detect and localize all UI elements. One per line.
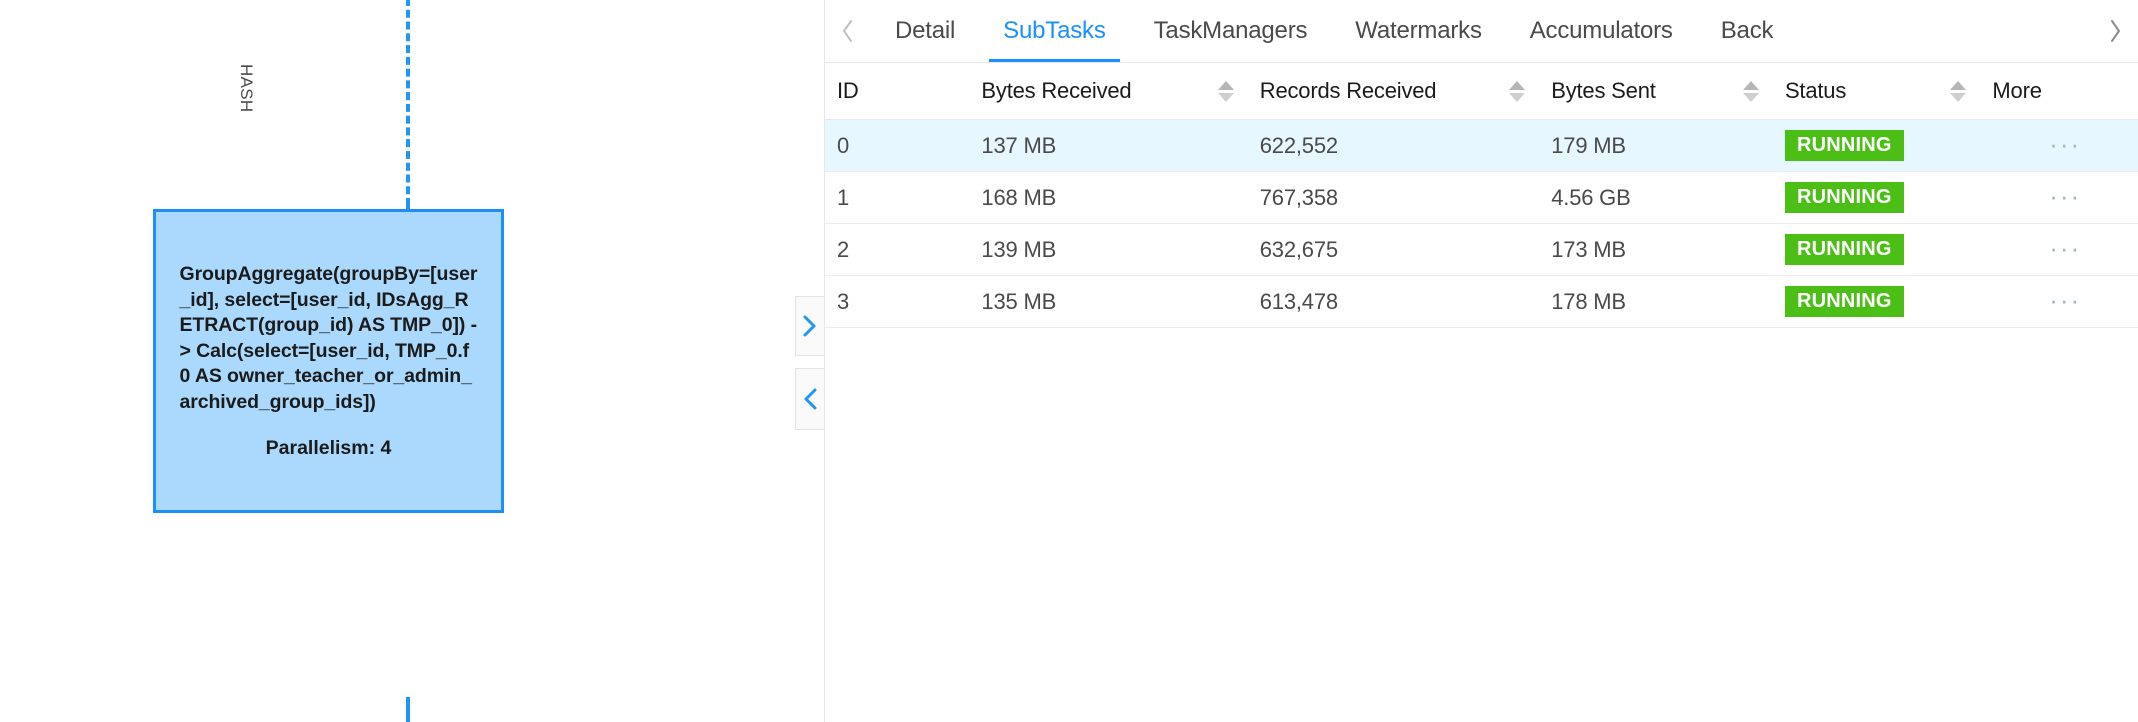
cell-bytes-sent: 173 MB <box>1539 224 1773 276</box>
caret-up-icon <box>1950 81 1966 90</box>
sort-toggle-icon[interactable] <box>1743 81 1759 102</box>
table-row[interactable]: 1 168 MB 767,358 4.56 GB RUNNING ··· <box>825 172 2138 224</box>
cell-bytes-received: 137 MB <box>969 120 1247 172</box>
graph-node-group-aggregate[interactable]: GroupAggregate(groupBy=[user_id], select… <box>153 209 504 513</box>
status-badge: RUNNING <box>1785 234 1904 265</box>
table-row[interactable]: 2 139 MB 632,675 173 MB RUNNING ··· <box>825 224 2138 276</box>
tab-scroll-next-button[interactable] <box>2092 0 2138 62</box>
column-header-status[interactable]: Status <box>1773 63 1980 120</box>
chevron-right-icon <box>2107 17 2123 45</box>
cell-more: ··· <box>1980 172 2138 224</box>
graph-node-parallelism: Parallelism: 4 <box>266 437 392 460</box>
column-label: ID <box>837 78 859 104</box>
caret-up-icon <box>1743 81 1759 90</box>
column-header-bytes-sent[interactable]: Bytes Sent <box>1539 63 1773 120</box>
column-header-id: ID <box>825 63 969 120</box>
tab-subtasks[interactable]: SubTasks <box>979 0 1129 62</box>
status-badge: RUNNING <box>1785 182 1904 213</box>
cell-id: 2 <box>825 224 969 276</box>
cell-bytes-sent: 179 MB <box>1539 120 1773 172</box>
more-actions-button[interactable]: ··· <box>2045 243 2085 253</box>
graph-node-description: GroupAggregate(groupBy=[user_id], select… <box>180 262 478 415</box>
caret-down-icon <box>1509 93 1525 102</box>
table-header: ID Bytes Received <box>825 63 2138 120</box>
cell-more: ··· <box>1980 224 2138 276</box>
caret-down-icon <box>1743 93 1759 102</box>
cell-status: RUNNING <box>1773 120 1980 172</box>
panel-collapse-button[interactable] <box>795 368 825 430</box>
tab-label: Detail <box>895 17 955 45</box>
graph-edge-dashed <box>406 0 410 206</box>
table-header-row: ID Bytes Received <box>825 63 2138 120</box>
tab-label: Accumulators <box>1530 17 1673 45</box>
tab-scroll-prev-button[interactable] <box>825 0 871 62</box>
table-row[interactable]: 0 137 MB 622,552 179 MB RUNNING ··· <box>825 120 2138 172</box>
tab-label: TaskManagers <box>1154 17 1308 45</box>
more-actions-button[interactable]: ··· <box>2045 139 2085 149</box>
panel-expand-button[interactable] <box>795 296 825 356</box>
chevron-right-icon <box>800 311 820 341</box>
caret-up-icon <box>1509 81 1525 90</box>
tab-label: Watermarks <box>1355 17 1481 45</box>
job-graph-canvas[interactable]: HASH GroupAggregate(groupBy=[user_id], s… <box>0 0 825 722</box>
tab-accumulators[interactable]: Accumulators <box>1506 0 1697 62</box>
detail-tabbar: Detail SubTasks TaskManagers Watermarks … <box>825 0 2138 63</box>
column-header-records-received[interactable]: Records Received <box>1248 63 1539 120</box>
tab-watermarks[interactable]: Watermarks <box>1331 0 1505 62</box>
cell-records-received: 767,358 <box>1248 172 1539 224</box>
status-badge: RUNNING <box>1785 130 1904 161</box>
caret-down-icon <box>1950 93 1966 102</box>
cell-records-received: 613,478 <box>1248 276 1539 328</box>
graph-edge-label-hash: HASH <box>236 64 256 112</box>
column-label: More <box>1992 78 2041 104</box>
column-label: Bytes Received <box>981 78 1131 104</box>
chevron-left-icon <box>800 384 820 414</box>
column-label: Status <box>1785 78 1846 104</box>
cell-bytes-received: 168 MB <box>969 172 1247 224</box>
cell-status: RUNNING <box>1773 276 1980 328</box>
sort-toggle-icon[interactable] <box>1218 81 1234 102</box>
cell-bytes-sent: 178 MB <box>1539 276 1773 328</box>
more-actions-button[interactable]: ··· <box>2045 295 2085 305</box>
caret-down-icon <box>1218 93 1234 102</box>
cell-records-received: 622,552 <box>1248 120 1539 172</box>
tab-label: Back <box>1721 17 1774 45</box>
cell-more: ··· <box>1980 276 2138 328</box>
sort-toggle-icon[interactable] <box>1950 81 1966 102</box>
column-header-bytes-received[interactable]: Bytes Received <box>969 63 1247 120</box>
cell-bytes-received: 135 MB <box>969 276 1247 328</box>
graph-edge-solid-bottom <box>406 697 410 722</box>
cell-status: RUNNING <box>1773 224 1980 276</box>
sort-toggle-icon[interactable] <box>1509 81 1525 102</box>
more-actions-button[interactable]: ··· <box>2045 191 2085 201</box>
flink-job-detail-page: HASH GroupAggregate(groupBy=[user_id], s… <box>0 0 2138 722</box>
cell-id: 1 <box>825 172 969 224</box>
column-header-more: More <box>1980 63 2138 120</box>
column-label: Bytes Sent <box>1551 78 1655 104</box>
cell-status: RUNNING <box>1773 172 1980 224</box>
caret-up-icon <box>1218 81 1234 90</box>
subtasks-table: ID Bytes Received <box>825 63 2138 328</box>
detail-tab-list: Detail SubTasks TaskManagers Watermarks … <box>871 0 2092 62</box>
cell-bytes-sent: 4.56 GB <box>1539 172 1773 224</box>
cell-bytes-received: 139 MB <box>969 224 1247 276</box>
tab-backpressure[interactable]: Back <box>1697 0 1774 62</box>
cell-records-received: 632,675 <box>1248 224 1539 276</box>
tab-detail[interactable]: Detail <box>871 0 979 62</box>
chevron-left-icon <box>840 17 856 45</box>
cell-more: ··· <box>1980 120 2138 172</box>
subtasks-detail-panel: Detail SubTasks TaskManagers Watermarks … <box>825 0 2138 722</box>
table-body: 0 137 MB 622,552 179 MB RUNNING ··· 1 16… <box>825 120 2138 328</box>
table-row[interactable]: 3 135 MB 613,478 178 MB RUNNING ··· <box>825 276 2138 328</box>
tab-taskmanagers[interactable]: TaskManagers <box>1130 0 1332 62</box>
cell-id: 3 <box>825 276 969 328</box>
cell-id: 0 <box>825 120 969 172</box>
panel-splitter <box>795 0 825 722</box>
column-label: Records Received <box>1260 78 1437 104</box>
tab-label: SubTasks <box>1003 17 1105 45</box>
status-badge: RUNNING <box>1785 286 1904 317</box>
